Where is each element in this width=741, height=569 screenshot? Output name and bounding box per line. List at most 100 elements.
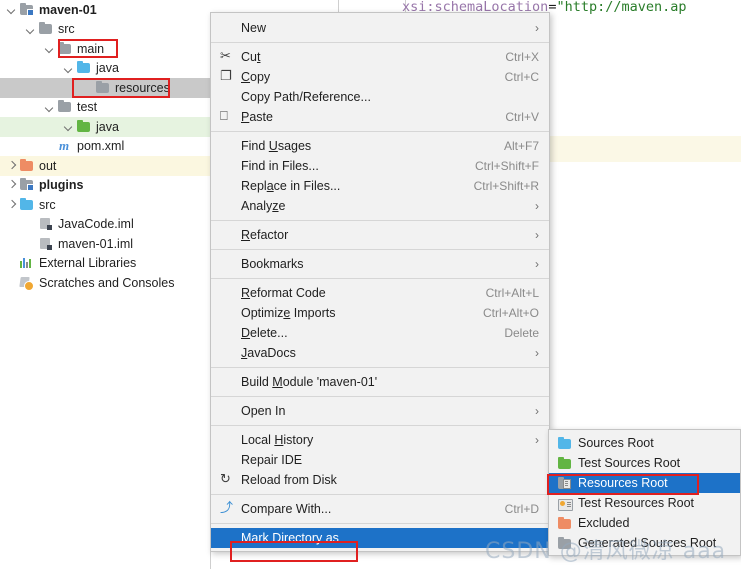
menu-item-copy[interactable]: ❐ Copy Ctrl+C <box>211 67 549 87</box>
clipboard-icon: ⎕ <box>220 109 228 124</box>
chevron-right-icon: › <box>535 199 539 213</box>
chevron-down-icon[interactable] <box>6 4 17 15</box>
tree-row-label: Scratches and Consoles <box>39 275 175 290</box>
menu-icon-placeholder <box>219 433 237 447</box>
chevron-down-icon[interactable] <box>44 43 55 54</box>
folder-blue-icon <box>557 436 573 450</box>
menu-item-shortcut: Ctrl+X <box>505 50 539 64</box>
menu-item-delete[interactable]: Delete... Delete <box>211 323 549 343</box>
chevron-right-icon: › <box>535 404 539 418</box>
chevron-down-icon[interactable] <box>63 121 74 132</box>
tree-row-java[interactable]: java <box>0 117 210 137</box>
menu-item-cut[interactable]: ✂ Cut Ctrl+X <box>211 47 549 67</box>
menu-item-bookmarks[interactable]: Bookmarks › <box>211 254 549 274</box>
tree-row-label: src <box>39 197 56 212</box>
tree-row-resources[interactable]: resources <box>0 78 210 98</box>
copy-icon: ❐ <box>220 69 232 84</box>
scissors-icon: ✂ <box>220 49 231 64</box>
menu-item-label: Find Usages <box>241 139 312 153</box>
menu-item-paste[interactable]: ⎕ Paste Ctrl+V <box>211 107 549 127</box>
menu-item-shortcut: Ctrl+D <box>504 502 539 516</box>
tree-row-src[interactable]: src <box>0 195 210 215</box>
iml-file-icon <box>38 216 54 232</box>
folder-orange-icon <box>19 158 35 174</box>
compare-icon: ⤴ <box>220 501 234 516</box>
menu-item-javadocs[interactable]: JavaDocs › <box>211 343 549 363</box>
iml-file-icon <box>38 236 54 252</box>
project-context-menu[interactable]: New › ✂ Cut Ctrl+X ❐ Copy Ctrl+C Copy Path/Refer… <box>210 12 550 552</box>
folder-gray-icon <box>95 80 111 96</box>
menu-item-local-history[interactable]: Local History › <box>211 430 549 450</box>
tree-row-test[interactable]: test <box>0 98 210 118</box>
tree-row-label: resources <box>115 80 170 95</box>
folder-gray-icon <box>38 21 54 37</box>
menu-item-label: Paste <box>241 110 273 124</box>
menu-item-refactor[interactable]: Refactor › <box>211 225 549 245</box>
menu-item-copy-path-reference[interactable]: Copy Path/Reference... <box>211 87 549 107</box>
tree-row-label: maven-01.iml <box>58 236 134 251</box>
menu-icon-placeholder <box>219 257 237 271</box>
tree-row-src[interactable]: src <box>0 20 210 40</box>
submenu-item-resources-root[interactable]: Resources Root <box>549 473 740 493</box>
folder-generated-icon <box>557 536 573 550</box>
iml-file-icon <box>38 236 54 252</box>
menu-item-reload-from-disk[interactable]: ↻ Reload from Disk <box>211 470 549 490</box>
menu-item-label: Reload from Disk <box>241 473 337 487</box>
tree-row-label: External Libraries <box>39 256 137 271</box>
chevron-down-icon[interactable] <box>25 24 36 35</box>
tree-row-external-libraries[interactable]: External Libraries <box>0 254 210 274</box>
menu-item-new[interactable]: New › <box>211 18 549 38</box>
tree-row-main[interactable]: main <box>0 39 210 59</box>
tree-row-label: java <box>96 119 119 134</box>
menu-item-build-module-maven-01[interactable]: Build Module 'maven-01' <box>211 372 549 392</box>
submenu-item-sources-root[interactable]: Sources Root <box>549 433 740 453</box>
menu-item-compare-with[interactable]: ⤴ Compare With... Ctrl+D <box>211 499 549 519</box>
menu-item-replace-in-files[interactable]: Replace in Files... Ctrl+Shift+R <box>211 176 549 196</box>
menu-item-find-in-files[interactable]: Find in Files... Ctrl+Shift+F <box>211 156 549 176</box>
menu-icon-placeholder <box>219 159 237 173</box>
menu-item-repair-ide[interactable]: Repair IDE <box>211 450 549 470</box>
tree-row-scratches-and-consoles[interactable]: Scratches and Consoles <box>0 273 210 293</box>
editor-tab[interactable] <box>338 0 406 12</box>
tree-row-pom-xml[interactable]: m pom.xml <box>0 137 210 157</box>
tree-row-java[interactable]: java <box>0 59 210 79</box>
chevron-right-icon[interactable] <box>6 180 17 191</box>
menu-item-label: Compare With... <box>241 502 332 516</box>
menu-item-label: Cut <box>241 50 261 64</box>
menu-item-analyze[interactable]: Analyze › <box>211 196 549 216</box>
menu-item-open-in[interactable]: Open In › <box>211 401 549 421</box>
chevron-right-icon[interactable] <box>6 199 17 210</box>
external-libraries-icon <box>19 255 35 271</box>
menu-item-reformat-code[interactable]: Reformat Code Ctrl+Alt+L <box>211 283 549 303</box>
folder-blue-icon <box>76 60 92 76</box>
folder-green-icon <box>76 119 92 135</box>
chevron-down-icon[interactable] <box>44 102 55 113</box>
submenu-item-excluded[interactable]: Excluded <box>549 513 740 533</box>
menu-item-label: Reformat Code <box>241 286 326 300</box>
submenu-item-test-resources-root[interactable]: Test Resources Root <box>549 493 740 513</box>
submenu-item-test-sources-root[interactable]: Test Sources Root <box>549 453 740 473</box>
tree-row-maven-01[interactable]: maven-01 <box>0 0 210 20</box>
menu-item-mark-directory-as[interactable]: Mark Directory as <box>211 528 549 548</box>
menu-icon-placeholder <box>219 228 237 242</box>
menu-item-optimize-imports[interactable]: Optimize Imports Ctrl+Alt+O <box>211 303 549 323</box>
tree-row-label: test <box>77 100 98 115</box>
chevron-right-icon: › <box>535 257 539 271</box>
menu-item-find-usages[interactable]: Find Usages Alt+F7 <box>211 136 549 156</box>
tree-row-plugins[interactable]: plugins <box>0 176 210 196</box>
folder-generated-icon <box>557 536 573 552</box>
module-folder-icon <box>19 177 35 193</box>
tree-row-out[interactable]: out <box>0 156 210 176</box>
chevron-right-icon[interactable] <box>6 160 17 171</box>
mark-directory-as-submenu[interactable]: Sources Root Test Sources Root Resources R… <box>548 429 741 556</box>
tree-row-javacode-iml[interactable]: JavaCode.iml <box>0 215 210 235</box>
code-token: "http://maven.ap <box>556 0 687 15</box>
project-tree-panel[interactable]: maven-01 src main java resources test java m pom… <box>0 0 210 569</box>
chevron-down-icon[interactable] <box>63 63 74 74</box>
folder-blue-icon <box>76 60 92 76</box>
menu-icon-placeholder <box>219 453 237 467</box>
submenu-item-generated-sources-root[interactable]: Generated Sources Root <box>549 533 740 553</box>
menu-item-shortcut: Ctrl+Alt+L <box>485 286 539 300</box>
tree-row-maven-01-iml[interactable]: maven-01.iml <box>0 234 210 254</box>
